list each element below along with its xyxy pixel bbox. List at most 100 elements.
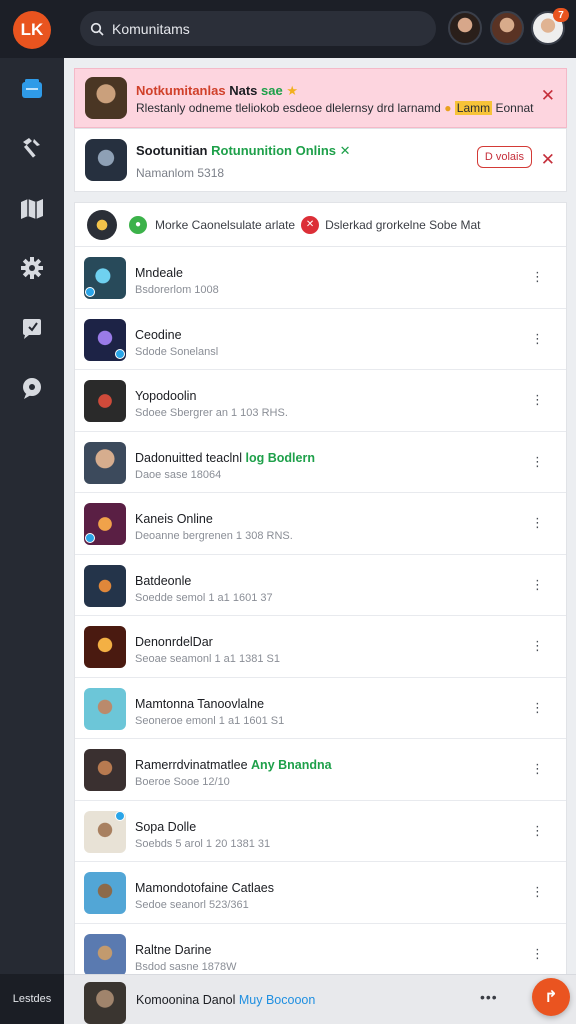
more-options-icon[interactable]: ⋮ <box>531 884 544 900</box>
more-options-icon[interactable]: ⋮ <box>531 331 544 347</box>
game-thumbnail <box>84 872 126 914</box>
list-item-subtitle: Soedde semol 1 a1 1601 37 <box>135 591 273 604</box>
list-item-title: Batdeonle <box>135 573 192 588</box>
library-icon[interactable] <box>18 75 46 103</box>
notification-card[interactable]: Sootunitian Rotununition Onlins ✕ Namanl… <box>74 128 567 192</box>
main-content: Notkumitanlas Nats sae ★ Rlestanly odnem… <box>64 58 576 1024</box>
app-logo[interactable]: LK <box>13 11 51 49</box>
status-badge <box>85 533 95 543</box>
game-thumbnail <box>84 626 126 668</box>
more-options-icon[interactable]: ⋮ <box>531 700 544 716</box>
list-item[interactable]: Ceodine Sdode Sonelansl ⋮ <box>75 309 566 370</box>
list-item[interactable]: Batdeonle Soedde semol 1 a1 1601 37 ⋮ <box>75 555 566 616</box>
notification-title: Sootunitian Rotununition Onlins ✕ <box>136 143 351 158</box>
game-thumbnail <box>84 933 126 976</box>
game-thumbnail <box>84 564 126 607</box>
more-options-icon[interactable]: ⋮ <box>531 946 544 962</box>
list-item-title: Mndeale <box>135 266 183 280</box>
list-item[interactable]: Mamondotofaine Catlaes Sedoe seanorl 523/… <box>75 862 566 924</box>
list-item-title: Kaneis Online <box>135 512 213 526</box>
notification-card[interactable]: Notkumitanlas Nats sae ★ Rlestanly odnem… <box>74 68 567 128</box>
list-item[interactable]: Yopodoolin Sdoee Sbergrer an 1 103 RHS. ⋮ <box>75 370 566 432</box>
notification-subtitle: Rlestanly odneme tleliokob esdeoe dleler… <box>136 101 534 115</box>
game-thumbnail <box>84 380 126 422</box>
list-item-title: Ceodine <box>135 327 182 342</box>
clock-icon[interactable] <box>18 314 46 342</box>
close-icon[interactable]: ✕ <box>541 151 555 168</box>
list-item-subtitle: Daoe sase 18064 <box>135 468 222 481</box>
bottom-bar-title[interactable]: Komoonina Danol Muy Bocooon <box>136 993 315 1007</box>
notification-title: Notkumitanlas Nats sae ★ <box>136 83 298 98</box>
list-item-subtitle: Sdode Sonelansl <box>135 345 219 358</box>
check-icon: ✕ <box>339 143 351 158</box>
avatar[interactable] <box>490 11 524 45</box>
bottom-bar: Komoonina Danol Muy Bocooon ••• <box>64 974 576 1024</box>
list-item-title: Raltne Darine <box>135 942 212 957</box>
list-item-subtitle: Soebds 5 arol 1 20 1381 31 <box>135 837 271 850</box>
list-item-title: Mamtonna Tanoovlalne <box>135 696 265 711</box>
search-icon <box>90 22 104 36</box>
list-item-title: Dadonuitted teaclnl log Bodlern <box>135 450 315 465</box>
list-header-text: Morke Caonelsulate arlate <box>155 217 296 232</box>
list-item-title: DenonrdelDar <box>135 635 213 649</box>
more-options-icon[interactable]: ⋮ <box>531 269 544 285</box>
list-item[interactable]: Mamtonna Tanoovlalne Seoneroe emonl 1 a1 … <box>75 678 566 739</box>
game-list: ● Morke Caonelsulate arlate ✕ Dslerkad g… <box>74 202 567 1024</box>
list-item[interactable]: Mndeale Bsdorerlom 1008 ⋮ <box>75 247 566 309</box>
top-bar: LK Komunitams 7 <box>0 0 576 58</box>
notification-badge: 7 <box>553 8 569 22</box>
game-thumbnail <box>84 441 126 484</box>
list-item-subtitle: Sdoee Sbergrer an 1 103 RHS. <box>135 407 288 419</box>
avatar[interactable] <box>448 11 482 45</box>
view-button[interactable]: D volais <box>476 146 532 168</box>
game-thumbnail <box>84 749 126 791</box>
gear-icon[interactable] <box>18 254 46 282</box>
list-item[interactable]: Ramerrdvinatmatlee Any Bnandna Boeroe Soo… <box>75 739 566 801</box>
more-options-icon[interactable]: ⋮ <box>531 515 544 531</box>
list-item-subtitle: Bsdorerlom 1008 <box>135 284 219 296</box>
list-item[interactable]: Dadonuitted teaclnl log Bodlern Daoe sase… <box>75 432 566 493</box>
tools-icon[interactable] <box>18 134 46 162</box>
list-item[interactable]: DenonrdelDar Seoae seamonl 1 a1 1381 S1 ⋮ <box>75 616 566 678</box>
more-options-icon[interactable]: ⋮ <box>531 638 544 654</box>
more-options-icon[interactable]: ⋮ <box>531 577 544 593</box>
alert-icon: ✕ <box>301 215 320 234</box>
list-header-text: Dslerkad grorkelne Sobe Mat <box>325 217 481 232</box>
list-item-title: Sopa Dolle <box>135 819 197 834</box>
share-button[interactable]: ↱ <box>532 978 570 1016</box>
list-item[interactable]: Kaneis Online Deoanne bergrenen 1 308 RNS… <box>75 493 566 555</box>
game-thumbnail <box>84 982 126 1024</box>
status-badge <box>85 287 95 297</box>
list-item-title: Yopodoolin <box>135 389 197 403</box>
star-icon: ★ <box>286 83 298 98</box>
more-options-icon[interactable]: ⋮ <box>531 823 544 839</box>
list-item-subtitle: Boeroe Sooe 12/10 <box>135 776 230 788</box>
status-badge <box>115 348 125 359</box>
notification-thumbnail <box>85 77 127 119</box>
list-item-subtitle: Bsdod sasne 1878W <box>135 960 237 973</box>
more-options-icon[interactable]: ⋮ <box>531 454 544 470</box>
list-item-subtitle: Seoae seamonl 1 a1 1381 S1 <box>135 653 280 665</box>
more-options-icon[interactable]: ⋮ <box>531 392 544 408</box>
list-item-subtitle: Deoanne bergrenen 1 308 RNS. <box>135 530 293 542</box>
more-options-icon[interactable]: ⋮ <box>531 761 544 777</box>
map-icon[interactable] <box>18 195 46 223</box>
search-value: Komunitams <box>112 20 190 37</box>
close-icon[interactable]: ✕ <box>541 87 555 104</box>
online-icon: ● <box>129 215 147 234</box>
list-item-subtitle: Sedoe seanorl 523/361 <box>135 899 249 911</box>
list-item[interactable]: Sopa Dolle Soebds 5 arol 1 20 1381 31 ⋮ <box>75 801 566 862</box>
status-badge <box>115 810 125 821</box>
notification-subtitle: Namanlom 5318 <box>136 166 225 180</box>
emoji-icon: ● <box>444 101 452 115</box>
search-input[interactable]: Komunitams <box>80 11 436 46</box>
sidebar <box>0 58 64 1024</box>
list-item-title: Ramerrdvinatmatlee Any Bnandna <box>135 758 332 772</box>
sidebar-footer-label[interactable]: Lestdes <box>0 974 64 1024</box>
list-item-title: Mamondotofaine Catlaes <box>135 881 274 895</box>
notification-thumbnail <box>85 139 127 181</box>
avatar[interactable] <box>87 209 117 240</box>
more-options-icon[interactable]: ••• <box>480 989 498 1005</box>
list-item-subtitle: Seoneroe emonl 1 a1 1601 S1 <box>135 714 285 727</box>
chat-icon[interactable] <box>18 374 46 402</box>
